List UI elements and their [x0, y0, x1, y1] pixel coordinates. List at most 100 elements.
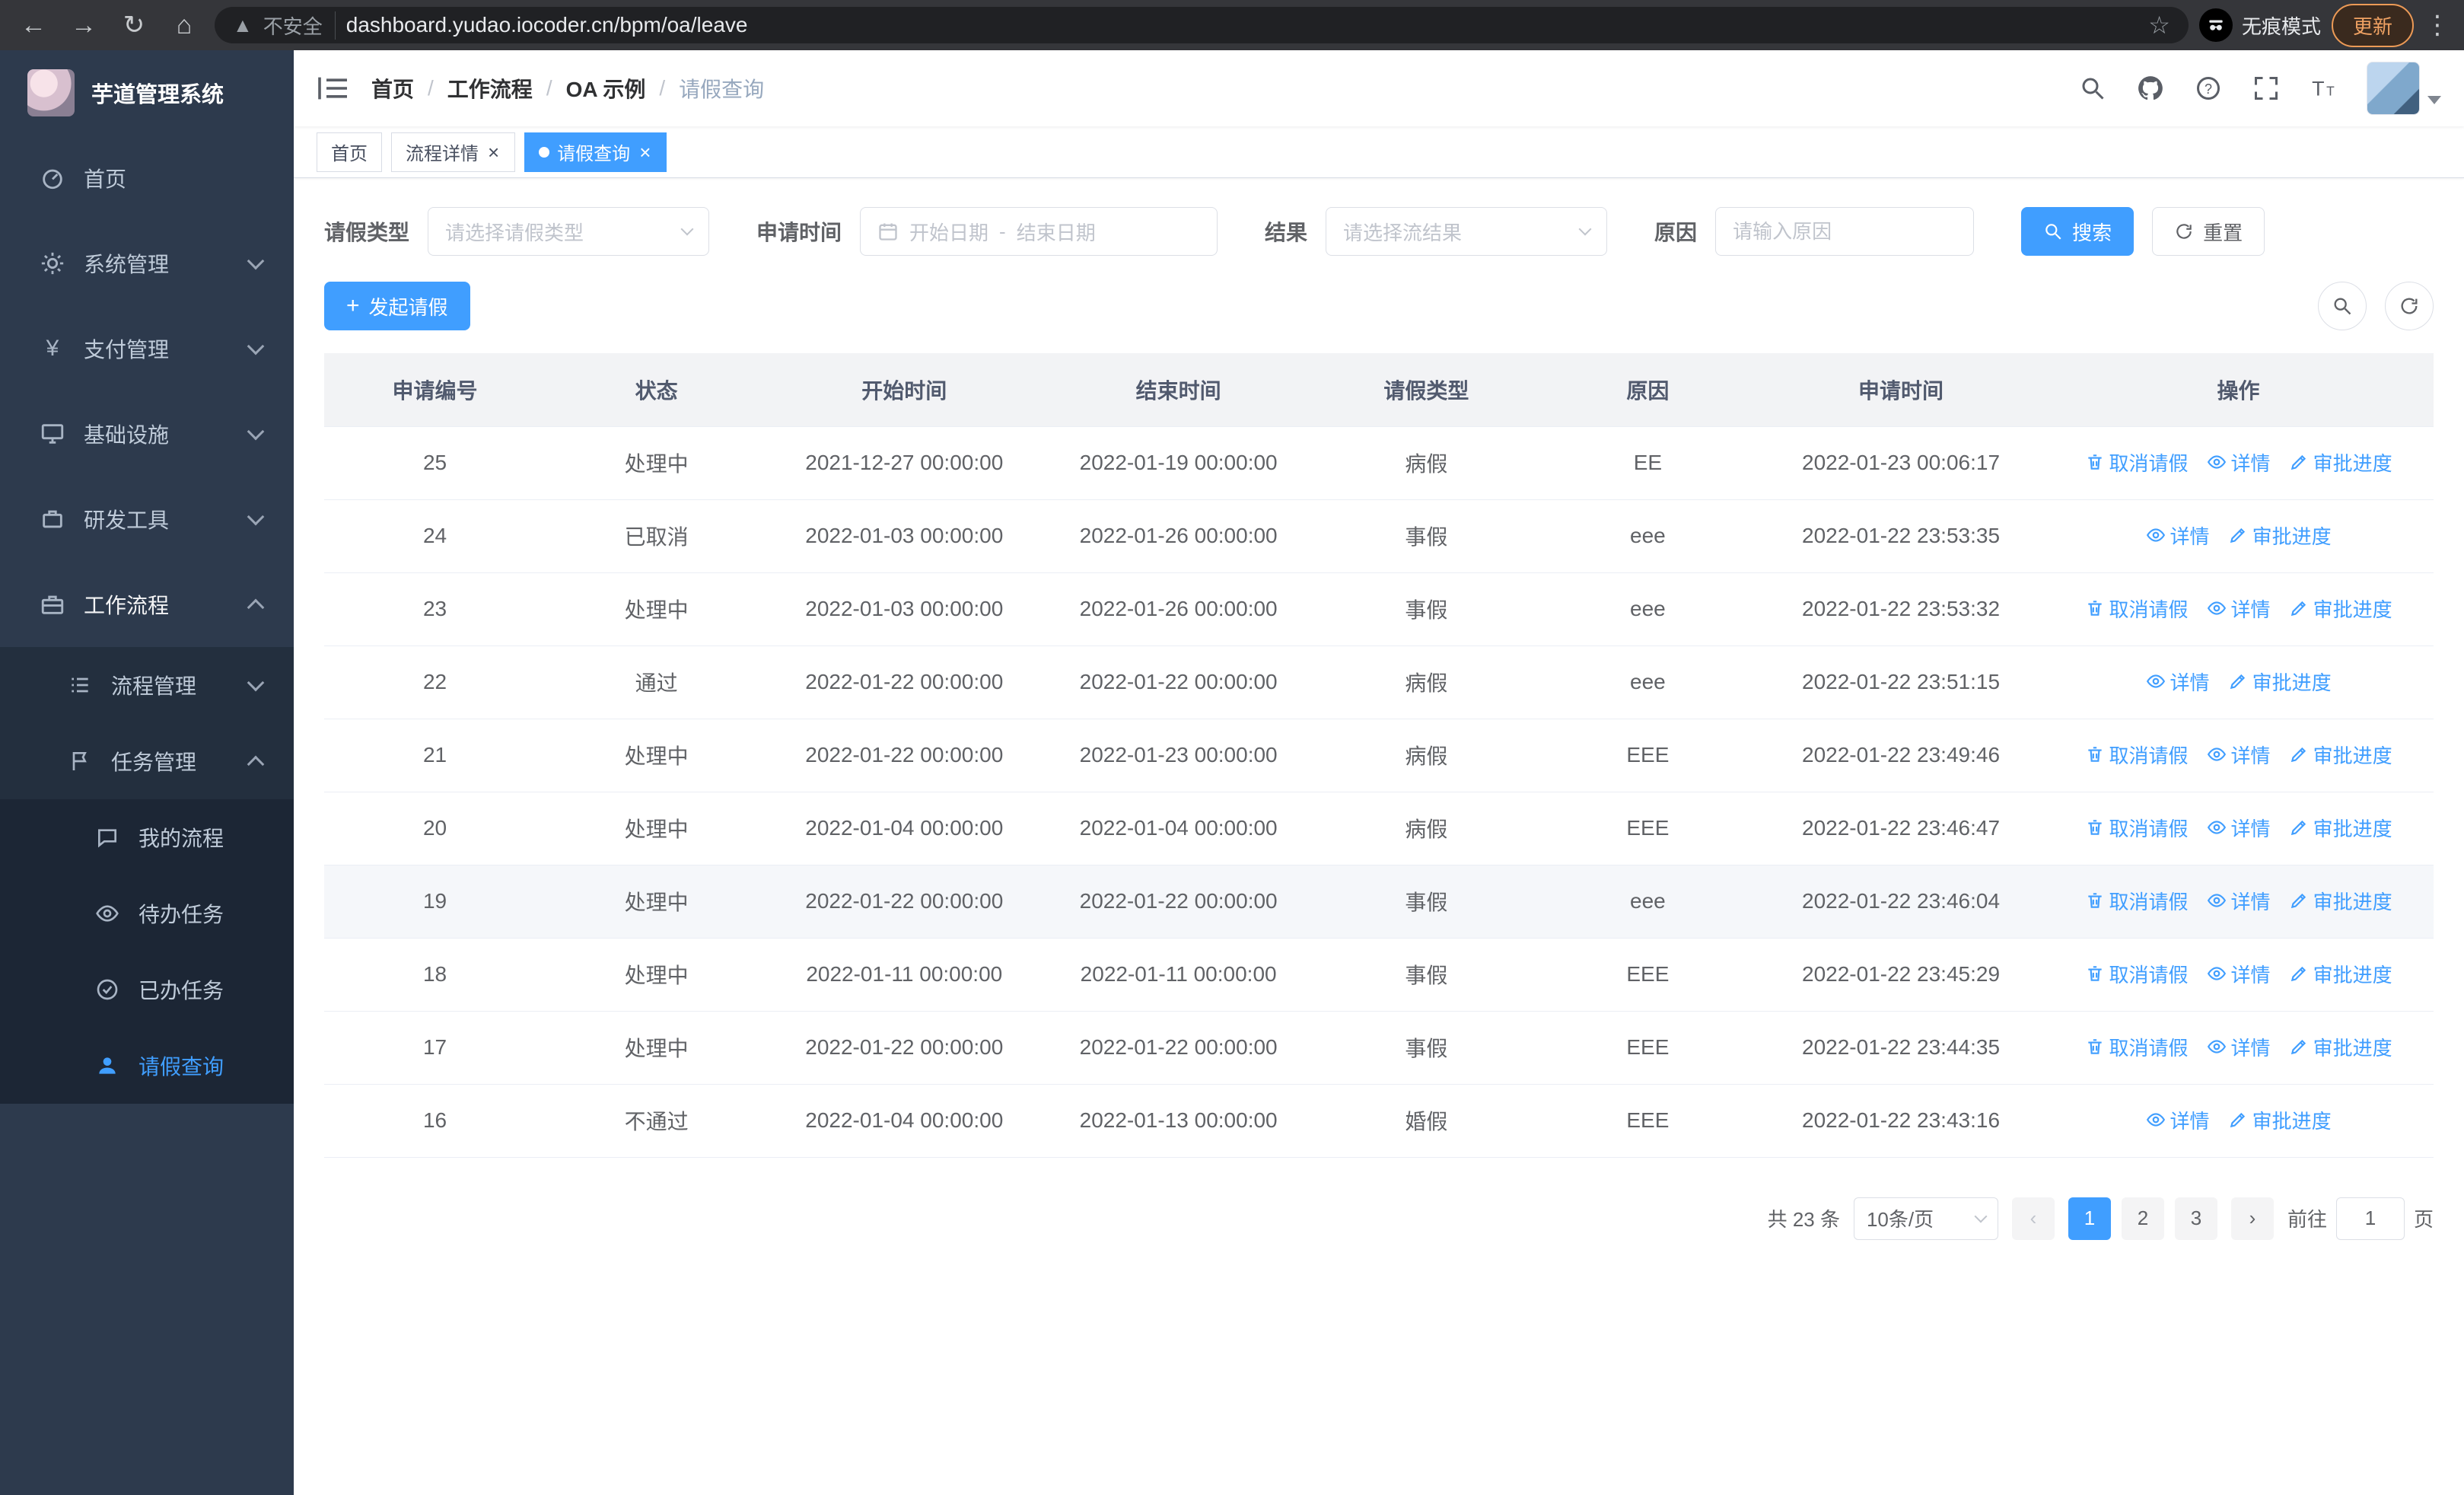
page-button-3[interactable]: 3 [2174, 1197, 2217, 1240]
browser-reload-icon[interactable]: ↻ [114, 5, 154, 45]
fullscreen-icon[interactable] [2251, 73, 2281, 104]
bookmark-star-icon[interactable]: ☆ [2148, 11, 2170, 40]
tab-process-detail[interactable]: 流程详情 × [391, 132, 516, 172]
create-leave-label: 发起请假 [368, 295, 448, 319]
next-page-button[interactable]: › [2230, 1197, 2274, 1240]
sidebar-item-done-tasks[interactable]: 已办任务 [0, 952, 294, 1028]
cancel-action-link[interactable]: 取消请假 [2085, 814, 2189, 842]
breadcrumb-item-workflow[interactable]: 工作流程 [447, 73, 533, 104]
address-bar[interactable]: ▲ 不安全 dashboard.yudao.iocoder.cn/bpm/oa/… [215, 7, 2189, 43]
progress-action-link[interactable]: 审批进度 [2228, 668, 2332, 696]
browser-menu-icon[interactable]: ⋮ [2424, 10, 2450, 40]
sidebar-item-my-process[interactable]: 我的流程 [0, 799, 294, 875]
progress-action-link[interactable]: 审批进度 [2289, 814, 2392, 842]
toggle-search-icon-button[interactable] [2318, 282, 2367, 330]
sidebar-item-devtools[interactable]: 研发工具 [0, 477, 294, 562]
prev-page-button[interactable]: ‹ [2011, 1197, 2055, 1240]
browser-back-icon[interactable]: ← [14, 5, 53, 45]
search-button[interactable]: 搜索 [2021, 207, 2135, 256]
cell-apply-no: 23 [324, 572, 546, 646]
progress-action-link[interactable]: 审批进度 [2289, 887, 2392, 915]
chevron-down-icon [1578, 222, 1592, 236]
action-label: 详情 [2230, 451, 2271, 475]
page-button-2[interactable]: 2 [2121, 1197, 2164, 1240]
cell-apply-time: 2022-01-22 23:53:35 [1758, 499, 2044, 573]
chevron-up-icon [247, 598, 265, 617]
progress-action-link[interactable]: 审批进度 [2289, 448, 2392, 477]
sidebar-item-home[interactable]: 首页 [0, 135, 294, 221]
total-count-label: 共 23 条 [1767, 1208, 1840, 1231]
tab-leave-query[interactable]: 请假查询 × [524, 132, 667, 172]
page-size-select[interactable]: 10条/页 [1853, 1197, 1998, 1240]
cancel-action-link[interactable]: 取消请假 [2085, 1033, 2189, 1061]
browser-home-icon[interactable]: ⌂ [164, 5, 204, 45]
detail-action-link[interactable]: 详情 [2207, 887, 2271, 915]
detail-action-link[interactable]: 详情 [2207, 814, 2271, 842]
sidebar-fold-icon[interactable] [317, 75, 350, 102]
progress-action-link[interactable]: 审批进度 [2289, 960, 2392, 988]
sidebar-item-infrastructure[interactable]: 基础设施 [0, 391, 294, 477]
plus-icon: + [346, 293, 360, 318]
browser-update-button[interactable]: 更新 [2331, 3, 2414, 47]
sidebar-item-leave-query[interactable]: 请假查询 [0, 1028, 294, 1104]
help-question-icon[interactable]: ? [2193, 73, 2224, 104]
sidebar-item-todo-tasks[interactable]: 待办任务 [0, 875, 294, 952]
action-label: 详情 [2170, 1109, 2210, 1133]
detail-action-link[interactable]: 详情 [2146, 668, 2210, 696]
breadcrumb-item-oa[interactable]: OA 示例 [566, 73, 646, 104]
sidebar-item-label: 我的流程 [138, 827, 224, 850]
breadcrumb-item-home[interactable]: 首页 [371, 73, 414, 104]
apply-time-range-picker[interactable]: 开始日期 - 结束日期 [860, 207, 1218, 256]
detail-action-link[interactable]: 详情 [2207, 1033, 2271, 1061]
progress-action-link[interactable]: 审批进度 [2289, 1033, 2392, 1061]
action-label: 审批进度 [2313, 744, 2392, 767]
progress-action-link[interactable]: 审批进度 [2289, 741, 2392, 769]
action-label: 审批进度 [2252, 1109, 2332, 1133]
browser-forward-icon[interactable]: → [64, 5, 103, 45]
progress-action-link[interactable]: 审批进度 [2289, 594, 2392, 623]
page-button-1[interactable]: 1 [2068, 1197, 2111, 1240]
reason-input[interactable] [1733, 219, 1957, 244]
close-icon[interactable]: × [638, 142, 652, 162]
close-icon[interactable]: × [486, 142, 501, 162]
progress-action-link[interactable]: 审批进度 [2228, 1106, 2332, 1134]
sidebar-item-system[interactable]: 系统管理 [0, 221, 294, 306]
sidebar-item-process-management[interactable]: 流程管理 [0, 647, 294, 723]
detail-action-link[interactable]: 详情 [2207, 594, 2271, 623]
detail-action-link[interactable]: 详情 [2207, 741, 2271, 769]
sidebar-item-payment[interactable]: ¥ 支付管理 [0, 306, 294, 391]
app-logo[interactable]: 芋道管理系统 [0, 50, 294, 135]
progress-action-link[interactable]: 审批进度 [2228, 521, 2332, 550]
cell-end-time: 2022-01-13 00:00:00 [1041, 1084, 1316, 1158]
cell-status: 处理中 [546, 572, 768, 646]
reset-button[interactable]: 重置 [2152, 207, 2265, 256]
font-size-icon[interactable]: TT [2309, 73, 2339, 104]
cancel-action-link[interactable]: 取消请假 [2085, 448, 2189, 477]
detail-action-link[interactable]: 详情 [2146, 1106, 2210, 1134]
yen-icon: ¥ [46, 336, 59, 361]
goto-page-input[interactable] [2335, 1197, 2405, 1240]
refresh-table-button[interactable] [2385, 282, 2434, 330]
chevron-down-icon [2427, 95, 2441, 104]
github-icon[interactable] [2135, 73, 2166, 104]
reason-input-wrap [1715, 207, 1975, 256]
sidebar-item-workflow[interactable]: 工作流程 [0, 562, 294, 647]
create-leave-button[interactable]: + 发起请假 [324, 282, 470, 330]
cancel-action-link[interactable]: 取消请假 [2085, 960, 2189, 988]
detail-action-link[interactable]: 详情 [2207, 448, 2271, 477]
user-avatar-menu[interactable] [2367, 62, 2441, 115]
cancel-action-link[interactable]: 取消请假 [2085, 887, 2189, 915]
tab-home[interactable]: 首页 [317, 132, 382, 172]
cell-apply-time: 2022-01-22 23:44:35 [1758, 1011, 2044, 1085]
cancel-action-link[interactable]: 取消请假 [2085, 594, 2189, 623]
header-search-icon[interactable] [2077, 73, 2108, 104]
leave-type-select[interactable]: 请选择请假类型 [428, 207, 710, 256]
detail-action-link[interactable]: 详情 [2146, 521, 2210, 550]
cell-status: 处理中 [546, 792, 768, 865]
action-label: 取消请假 [2109, 744, 2189, 767]
detail-action-link[interactable]: 详情 [2207, 960, 2271, 988]
chevron-up-icon [247, 755, 265, 773]
cancel-action-link[interactable]: 取消请假 [2085, 741, 2189, 769]
result-select[interactable]: 请选择流结果 [1326, 207, 1608, 256]
sidebar-item-task-management[interactable]: 任务管理 [0, 723, 294, 799]
